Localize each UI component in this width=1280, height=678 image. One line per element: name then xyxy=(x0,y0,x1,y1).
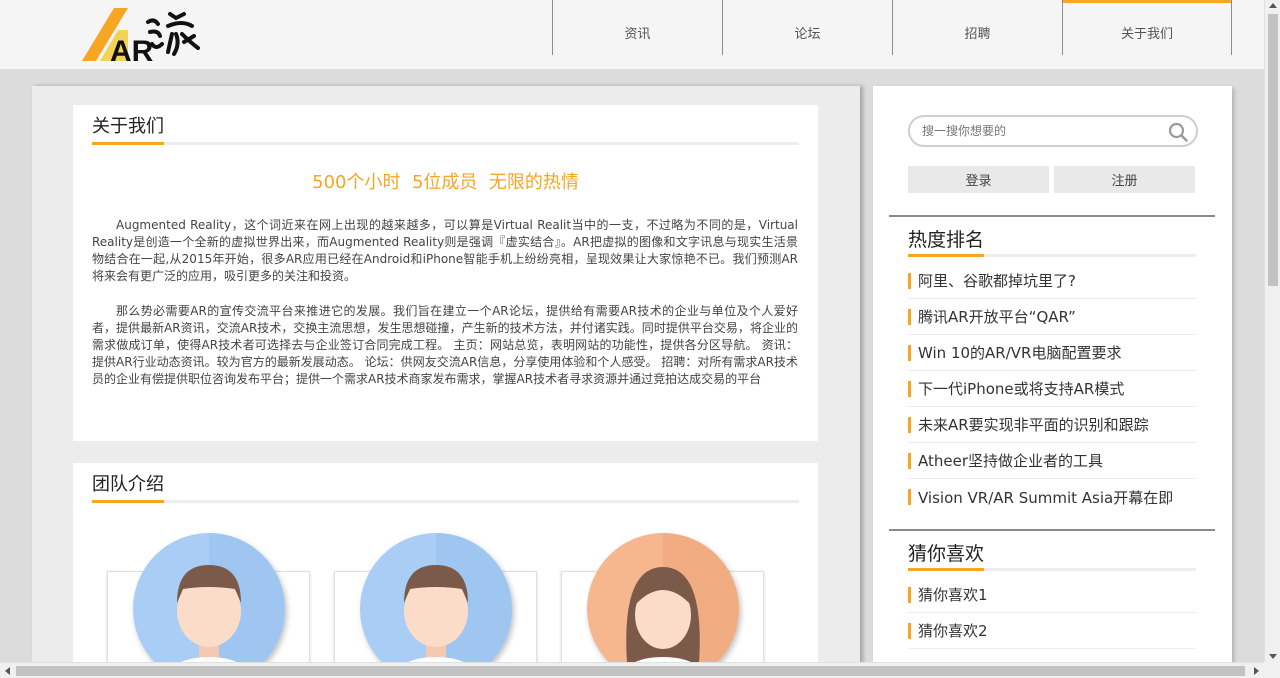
list-item[interactable]: 腾讯AR开放平台“QAR” xyxy=(908,299,1196,335)
female-avatar-icon xyxy=(587,533,739,678)
scroll-right-arrow-icon[interactable] xyxy=(1254,667,1259,675)
login-button[interactable]: 登录 xyxy=(908,166,1049,193)
main-content: 关于我们 500个小时 5位成员 无限的热情 Augmented Reality… xyxy=(32,86,860,678)
team-member[interactable] xyxy=(107,533,310,678)
vertical-scrollbar[interactable] xyxy=(1264,0,1280,662)
nav-item-jobs[interactable]: 招聘 xyxy=(892,0,1062,55)
hot-ranking-list: 阿里、谷歌都掉坑里了? 腾讯AR开放平台“QAR” Win 10的AR/VR电脑… xyxy=(908,263,1196,515)
team-title: 团队介绍 xyxy=(92,473,164,503)
logo-text: AR xyxy=(110,35,154,64)
list-item[interactable]: 下一代iPhone或将支持AR模式 xyxy=(908,371,1196,407)
nav-item-about[interactable]: 关于我们 xyxy=(1062,0,1232,55)
nav-item-label: 论坛 xyxy=(794,27,821,42)
scroll-left-arrow-icon[interactable] xyxy=(5,667,10,675)
nav-item-label: 资讯 xyxy=(624,27,651,42)
scroll-down-arrow-icon[interactable] xyxy=(1269,654,1277,659)
team-member[interactable] xyxy=(334,533,537,678)
about-slogan: 500个小时 5位成员 无限的热情 xyxy=(312,172,579,193)
about-paragraph: Augmented Reality，这个词近来在网上出现的越来越多，可以算是Vi… xyxy=(92,218,798,283)
logo-graphic: AR xyxy=(82,8,200,68)
section-title-bar: 关于我们 xyxy=(92,115,799,145)
team-member[interactable] xyxy=(561,533,764,678)
scrollbar-thumb[interactable] xyxy=(1268,14,1278,286)
scrollbar-thumb[interactable] xyxy=(16,666,1245,676)
site-logo[interactable]: AR xyxy=(80,4,205,68)
male-avatar-icon xyxy=(133,533,285,678)
team-card: 团队介绍 xyxy=(73,463,818,678)
section-title-bar: 热度排名 xyxy=(908,229,1196,257)
hot-ranking-title: 热度排名 xyxy=(908,229,985,257)
main-nav: 资讯 论坛 招聘 关于我们 xyxy=(552,0,1232,70)
about-title: 关于我们 xyxy=(92,115,164,145)
male-avatar-icon xyxy=(360,533,512,678)
list-item[interactable]: Win 10的AR/VR电脑配置要求 xyxy=(908,335,1196,371)
guess-you-like-section: 猜你喜欢 猜你喜欢1 猜你喜欢2 xyxy=(889,529,1215,649)
list-item[interactable]: 阿里、谷歌都掉坑里了? xyxy=(908,263,1196,299)
site-header: AR 资讯 论坛 招聘 关于我们 xyxy=(0,0,1264,70)
nav-item-news[interactable]: 资讯 xyxy=(552,0,722,55)
section-title-bar: 猜你喜欢 xyxy=(908,543,1196,571)
sidebar: 登录 注册 热度排名 阿里、谷歌都掉坑里了? 腾讯AR开放平台“QAR” Win… xyxy=(873,86,1232,678)
about-paragraph: 那么势必需要AR的宣传交流平台来推进它的发展。我们旨在建立一个AR论坛，提供给有… xyxy=(92,304,798,386)
search-box xyxy=(908,115,1198,147)
section-title-bar: 团队介绍 xyxy=(92,473,799,503)
list-item[interactable]: 猜你喜欢2 xyxy=(908,613,1196,649)
search-icon[interactable] xyxy=(1168,122,1188,142)
horizontal-scrollbar[interactable] xyxy=(0,662,1264,678)
guess-you-like-title: 猜你喜欢 xyxy=(908,543,985,571)
nav-item-label: 招聘 xyxy=(964,27,991,42)
list-item[interactable]: 未来AR要实现非平面的识别和跟踪 xyxy=(908,407,1196,443)
list-item[interactable]: Vision VR/AR Summit Asia开幕在即 xyxy=(908,479,1196,515)
search-input[interactable] xyxy=(922,122,1162,140)
nav-item-forum[interactable]: 论坛 xyxy=(722,0,892,55)
scroll-up-arrow-icon[interactable] xyxy=(1269,3,1277,8)
scrollbar-corner xyxy=(1264,662,1280,678)
list-item[interactable]: Atheer坚持做企业者的工具 xyxy=(908,443,1196,479)
register-button[interactable]: 注册 xyxy=(1054,166,1195,193)
nav-item-label: 关于我们 xyxy=(1120,27,1173,42)
about-card: 关于我们 500个小时 5位成员 无限的热情 Augmented Reality… xyxy=(73,105,818,441)
list-item[interactable]: 猜你喜欢1 xyxy=(908,577,1196,613)
team-members xyxy=(107,533,788,678)
hot-ranking-section: 热度排名 阿里、谷歌都掉坑里了? 腾讯AR开放平台“QAR” Win 10的AR… xyxy=(889,215,1215,515)
guess-you-like-list: 猜你喜欢1 猜你喜欢2 xyxy=(908,577,1196,649)
